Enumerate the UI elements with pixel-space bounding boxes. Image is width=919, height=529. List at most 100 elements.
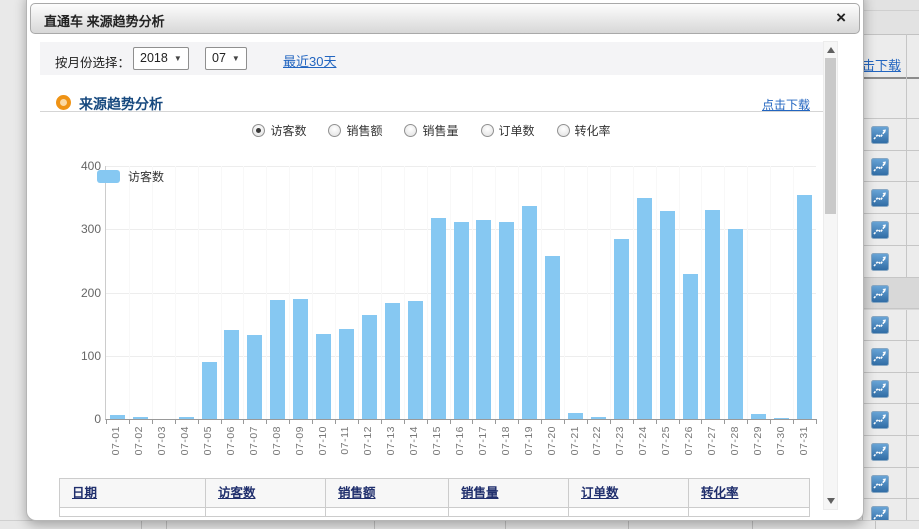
radio-icon[interactable]: [404, 124, 417, 137]
x-tick-label: 07-14: [408, 426, 420, 455]
x-tick-label: 07-22: [591, 426, 603, 455]
bar-07-21: [568, 413, 583, 419]
bar-07-29: [751, 414, 766, 419]
x-tick: [450, 419, 451, 424]
year-select[interactable]: 2018 ▼: [133, 47, 189, 70]
scrollbar-thumb[interactable]: [825, 58, 836, 214]
background-download-link[interactable]: 点击下载: [862, 55, 901, 74]
y-tick-label: 0: [94, 412, 101, 426]
trend-chart-icon[interactable]: [871, 221, 889, 239]
bar-07-26: [683, 274, 698, 419]
dialog-scrollbar[interactable]: [823, 41, 838, 510]
background-table-row: [863, 118, 919, 151]
metric-radio-label: 订单数: [499, 124, 535, 138]
x-tick-label: 07-27: [706, 426, 718, 455]
x-gridline: [656, 166, 657, 419]
x-gridline: [610, 166, 611, 419]
x-gridline: [541, 166, 542, 419]
background-header-divider: [863, 10, 919, 11]
year-select-value: 2018: [140, 51, 168, 65]
trend-chart-icon[interactable]: [871, 348, 889, 366]
bar-07-12: [362, 315, 377, 419]
table-cell-empty: [689, 508, 809, 517]
x-tick-label: 07-19: [523, 426, 535, 455]
column-header-link[interactable]: 转化率: [701, 486, 739, 500]
trend-chart-icon[interactable]: [871, 443, 889, 461]
radio-icon[interactable]: [481, 124, 494, 137]
background-table-row: [863, 181, 919, 214]
detail-table-header-row: 日期 访客数 销售额 销售量 订单数 转化率: [60, 479, 809, 507]
radio-icon[interactable]: [328, 124, 341, 137]
column-header-转化率: 转化率: [689, 479, 809, 507]
metric-radio-label: 访客数: [270, 124, 306, 138]
x-tick-label: 07-30: [775, 426, 787, 455]
bar-07-31: [797, 195, 812, 419]
bar-07-28: [728, 229, 743, 419]
column-header-link[interactable]: 订单数: [581, 486, 619, 500]
trend-chart-icon[interactable]: [871, 253, 889, 271]
chevron-down-icon: ▼: [232, 54, 240, 63]
x-gridline: [335, 166, 336, 419]
month-select[interactable]: 07▼: [205, 47, 247, 70]
column-header-link[interactable]: 销售额: [338, 486, 376, 500]
y-tick-label: 100: [81, 349, 101, 363]
trend-chart-icon[interactable]: [871, 411, 889, 429]
x-gridline: [152, 166, 153, 419]
radio-icon[interactable]: [557, 124, 570, 137]
metric-radio-group: 访客数 销售额 销售量 订单数 转化率: [40, 122, 823, 140]
x-tick-label: 07-26: [683, 426, 695, 455]
x-tick-label: 07-05: [202, 426, 214, 455]
x-tick: [610, 419, 611, 424]
x-tick: [289, 419, 290, 424]
table-cell-empty: [206, 508, 326, 517]
x-gridline: [793, 166, 794, 419]
chevron-down-icon: ▼: [174, 54, 182, 63]
column-header-订单数: 订单数: [569, 479, 689, 507]
metric-radio-转化率[interactable]: 转化率: [557, 122, 611, 139]
x-tick-label: 07-03: [156, 426, 168, 455]
trend-chart-icon[interactable]: [871, 380, 889, 398]
column-header-link[interactable]: 销售量: [461, 486, 499, 500]
metric-radio-label: 销售额: [346, 124, 382, 138]
background-table-row: [863, 372, 919, 405]
bar-07-11: [339, 329, 354, 419]
bar-07-09: [293, 299, 308, 419]
x-tick: [129, 419, 130, 424]
recent-30-days-link[interactable]: 最近30天: [283, 51, 336, 70]
trend-chart-icon[interactable]: [871, 126, 889, 144]
x-tick-label: 07-15: [431, 426, 443, 455]
background-table-row: [863, 435, 919, 468]
dialog-titlebar[interactable]: 直通车 来源趋势分析 ×: [30, 3, 860, 34]
x-tick-label: 07-01: [110, 426, 122, 455]
x-tick-label: 07-13: [385, 426, 397, 455]
section-divider: [40, 111, 823, 112]
x-tick-label: 07-10: [317, 426, 329, 455]
trend-chart-icon[interactable]: [871, 316, 889, 334]
close-icon[interactable]: ×: [836, 8, 846, 28]
x-gridline: [175, 166, 176, 419]
x-tick: [175, 419, 176, 424]
x-tick-label: 07-09: [294, 426, 306, 455]
metric-radio-销售量[interactable]: 销售量: [404, 122, 458, 139]
trend-chart-icon[interactable]: [871, 158, 889, 176]
scroll-down-icon[interactable]: [827, 498, 835, 504]
x-tick: [633, 419, 634, 424]
x-tick: [404, 419, 405, 424]
column-header-link[interactable]: 日期: [72, 486, 97, 500]
x-tick-label: 07-06: [225, 426, 237, 455]
trend-chart-icon[interactable]: [871, 189, 889, 207]
chart-legend[interactable]: 访客数: [97, 168, 164, 182]
column-header-link[interactable]: 访客数: [218, 486, 256, 500]
metric-radio-访客数[interactable]: 访客数: [252, 122, 306, 139]
metric-radio-销售额[interactable]: 销售额: [328, 122, 382, 139]
scroll-up-icon[interactable]: [827, 47, 835, 53]
x-tick: [358, 419, 359, 424]
trend-chart-icon[interactable]: [871, 475, 889, 493]
x-gridline: [404, 166, 405, 419]
trend-chart-icon[interactable]: [871, 285, 889, 303]
metric-radio-订单数[interactable]: 订单数: [481, 122, 535, 139]
bar-07-07: [247, 335, 262, 419]
radio-selected-icon[interactable]: [252, 124, 265, 137]
bar-07-08: [270, 300, 285, 419]
x-tick-label: 07-20: [546, 426, 558, 455]
